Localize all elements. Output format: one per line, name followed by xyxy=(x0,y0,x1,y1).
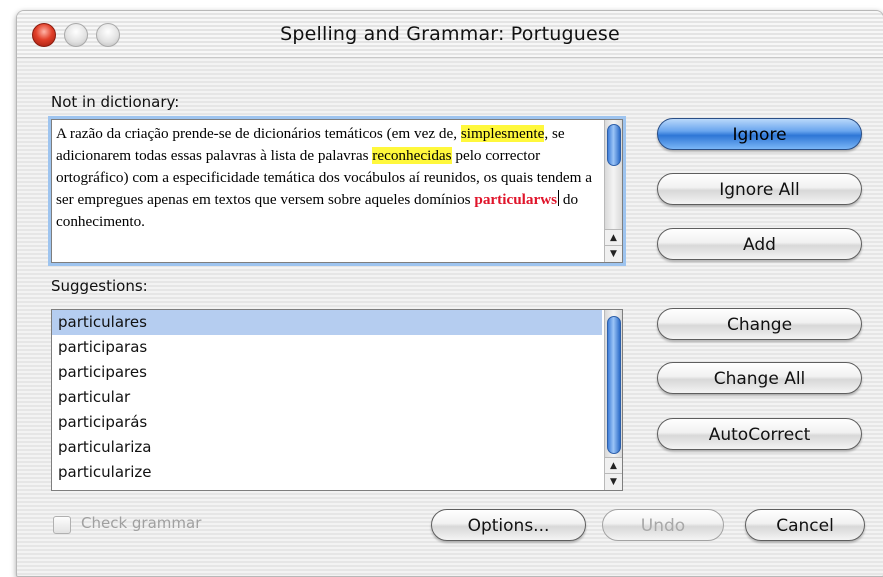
suggestion-item[interactable]: particulariza xyxy=(52,435,602,460)
check-grammar-checkbox[interactable] xyxy=(53,516,71,534)
autocorrect-button[interactable]: AutoCorrect xyxy=(657,418,862,450)
not-in-dictionary-label: Not in dictionary: xyxy=(51,93,180,111)
add-button[interactable]: Add xyxy=(657,228,862,260)
title-bar[interactable]: Spelling and Grammar: Portuguese xyxy=(17,11,883,58)
highlighted-word: reconhecidas xyxy=(372,147,452,164)
scroll-up-arrow-icon[interactable]: ▲ xyxy=(605,457,622,474)
window-title: Spelling and Grammar: Portuguese xyxy=(280,23,620,45)
suggestions-scrollbar[interactable]: ▲ ▼ xyxy=(604,310,622,490)
suggestion-item[interactable]: participaras xyxy=(52,335,602,360)
scroll-down-arrow-icon[interactable]: ▼ xyxy=(605,245,622,262)
ignore-button[interactable]: Ignore xyxy=(657,118,862,150)
textarea-scroll-thumb[interactable] xyxy=(607,124,621,166)
change-all-button[interactable]: Change All xyxy=(657,362,862,394)
suggestion-item[interactable]: particularize xyxy=(52,460,602,485)
misspelled-context-text[interactable]: A razão da criação prende-se de dicionár… xyxy=(56,123,604,233)
scroll-up-arrow-icon[interactable]: ▲ xyxy=(605,229,622,246)
suggestions-label: Suggestions: xyxy=(51,277,148,295)
text-segment: A razão da criação prende-se de dicionár… xyxy=(56,125,461,142)
suggestion-item[interactable]: participares xyxy=(52,360,602,385)
suggestions-scroll-thumb[interactable] xyxy=(607,316,621,454)
cancel-button[interactable]: Cancel xyxy=(745,509,865,541)
suggestion-item[interactable]: particular xyxy=(52,385,602,410)
textarea-scrollbar[interactable]: ▲ ▼ xyxy=(604,120,622,262)
change-button[interactable]: Change xyxy=(657,308,862,340)
scroll-down-arrow-icon[interactable]: ▼ xyxy=(605,473,622,490)
not-in-dictionary-textarea[interactable]: A razão da criação prende-se de dicionár… xyxy=(51,119,623,263)
suggestions-list[interactable]: particulares participaras participares p… xyxy=(51,309,623,491)
suggestion-item-selected[interactable]: particulares xyxy=(52,310,602,335)
highlighted-word: simplesmente xyxy=(460,125,545,142)
spelling-grammar-window: Spelling and Grammar: Portuguese Not in … xyxy=(16,10,883,577)
check-grammar-label: Check grammar xyxy=(81,514,202,532)
misspelled-word: particularws xyxy=(474,191,558,208)
suggestion-item[interactable]: participarás xyxy=(52,410,602,435)
undo-button[interactable]: Undo xyxy=(602,509,724,541)
ignore-all-button[interactable]: Ignore All xyxy=(657,173,862,205)
options-button[interactable]: Options... xyxy=(431,509,586,541)
